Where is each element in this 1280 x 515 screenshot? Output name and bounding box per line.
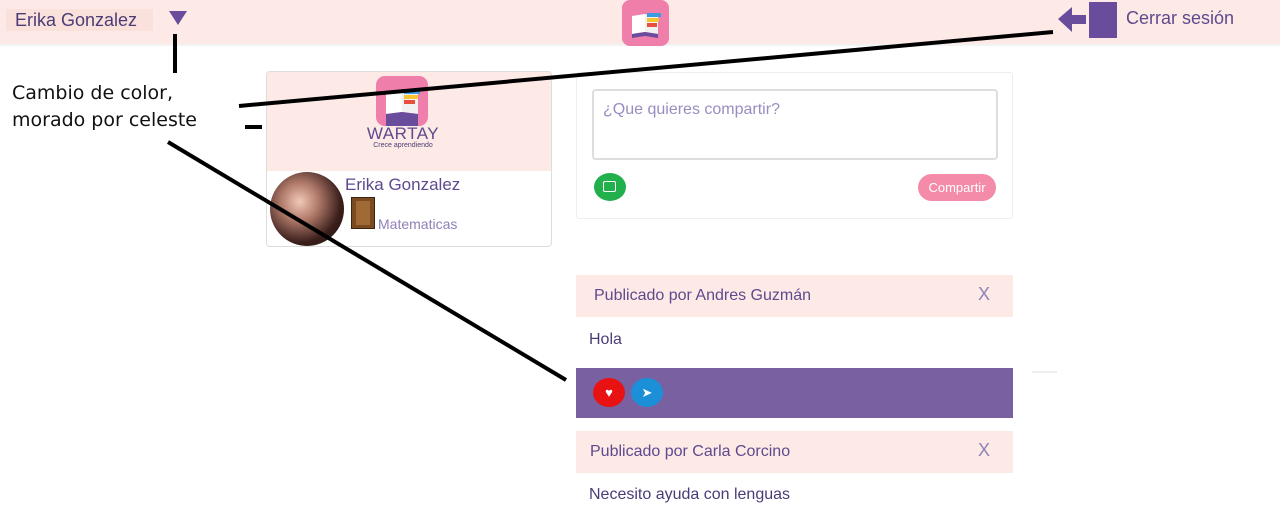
post-body: Necesito ayuda con lenguas (589, 486, 791, 503)
send-icon[interactable]: ➤ (631, 378, 663, 407)
heart-icon[interactable]: ♥ (593, 378, 625, 407)
post-header: Publicado por Carla Corcino X (576, 431, 1013, 473)
top-bar: Erika Gonzalez Cerrar sesión (0, 0, 1280, 46)
annotation-line: Cambio de color, (12, 82, 174, 104)
profile-card-header: WARTAY Crece aprendiendo (267, 72, 551, 171)
image-icon (603, 181, 616, 192)
close-icon[interactable]: X (978, 440, 990, 461)
brand-tagline: Crece aprendiendo (373, 142, 433, 149)
profile-card: WARTAY Crece aprendiendo Erika Gonzalez … (266, 71, 552, 247)
annotation-line: morado por celeste (12, 109, 197, 131)
subject-label: Matematicas (378, 216, 458, 232)
post-card: Publicado por Andres Guzmán X Hola ♥ ➤ (576, 275, 1013, 418)
post-header: Publicado por Andres Guzmán X (576, 275, 1013, 317)
post-body: Hola (589, 331, 622, 348)
book-icon (351, 197, 375, 229)
avatar[interactable] (270, 172, 344, 246)
share-button[interactable]: Compartir (918, 174, 996, 201)
image-upload-button[interactable] (594, 173, 626, 201)
logout-button[interactable]: Cerrar sesión (1126, 8, 1234, 29)
post-author: Publicado por Carla Corcino (590, 443, 791, 460)
triangle-down-icon[interactable] (169, 11, 187, 25)
share-input[interactable] (592, 89, 998, 160)
post-card: Publicado por Carla Corcino X Necesito a… (576, 431, 1013, 515)
divider (1032, 371, 1057, 373)
user-name[interactable]: Erika Gonzalez (6, 9, 154, 31)
profile-name[interactable]: Erika Gonzalez (345, 175, 460, 195)
annotation-note: Cambio de color, morado por celeste (12, 80, 197, 134)
close-icon[interactable]: X (978, 284, 990, 305)
share-composer: Compartir (576, 72, 1013, 219)
wartay-logo-icon (376, 76, 428, 126)
brand-name: WARTAY (366, 124, 440, 143)
wartay-logo-icon (622, 0, 669, 46)
logout-icon[interactable] (1058, 2, 1120, 40)
post-actions-bar: ♥ ➤ (576, 368, 1013, 418)
post-author: Publicado por Andres Guzmán (594, 287, 812, 304)
